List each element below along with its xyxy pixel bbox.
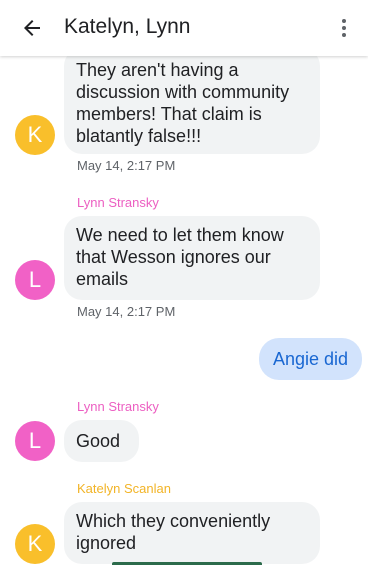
message-text: They aren't having a	[76, 60, 239, 80]
avatar-lynn[interactable]: L	[15, 260, 55, 300]
sender-name: Katelyn Scanlan	[77, 481, 171, 496]
more-vert-icon[interactable]	[332, 16, 356, 40]
message-timestamp: May 14, 2:17 PM	[77, 158, 176, 173]
message-text: Which they conveniently	[76, 511, 271, 531]
message-bubble[interactable]: They aren't having a discussion with com…	[64, 48, 320, 154]
message-bubble[interactable]: Good	[64, 420, 139, 462]
message-text: ignored	[76, 533, 137, 553]
sender-name: Lynn Stransky	[77, 195, 159, 210]
avatar-katelyn[interactable]: K	[15, 524, 55, 564]
message-text: emails	[76, 269, 129, 289]
message-text: that Wesson ignores our	[76, 247, 271, 267]
conversation-header: Katelyn, Lynn	[0, 0, 368, 56]
avatar-katelyn[interactable]: K	[15, 115, 55, 155]
message-text: discussion with community	[76, 82, 290, 102]
outgoing-message-bubble[interactable]: Angie did	[259, 338, 362, 380]
message-text: We need to let them know	[76, 225, 284, 245]
message-bubble[interactable]: Which they conveniently ignored	[64, 502, 320, 564]
message-bubble[interactable]: We need to let them know that Wesson ign…	[64, 216, 320, 300]
avatar-lynn[interactable]: L	[15, 421, 55, 461]
sender-name: Lynn Stransky	[77, 399, 159, 414]
arrow-back-icon[interactable]	[20, 16, 44, 40]
message-timestamp: May 14, 2:17 PM	[77, 304, 176, 319]
message-text: members! That claim is	[76, 104, 262, 124]
message-text: blatantly false!!!	[76, 126, 202, 146]
conversation-title: Katelyn, Lynn	[64, 15, 191, 38]
message-text: Good	[76, 431, 121, 451]
